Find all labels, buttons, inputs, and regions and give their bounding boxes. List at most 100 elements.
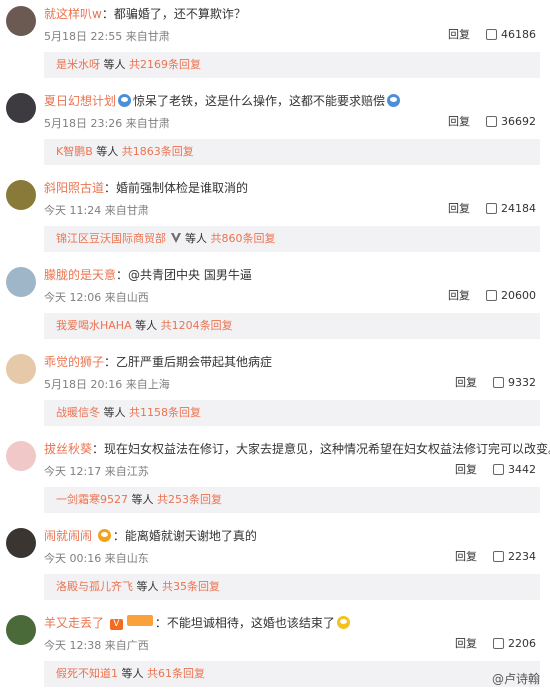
reply-button[interactable]: 回复 [448, 289, 470, 302]
reply-button[interactable]: 回复 [455, 463, 477, 476]
thumbs-up-icon[interactable] [486, 290, 497, 301]
username-link[interactable]: 就这样叭w [44, 7, 102, 21]
like-count: 36692 [501, 115, 536, 128]
thumbs-up-icon[interactable] [493, 551, 504, 562]
member-v-badge-icon: V [109, 619, 123, 630]
avatar[interactable] [6, 441, 36, 471]
sub-reply-count-link[interactable]: 共1204条回复 [161, 319, 233, 332]
sub-reply-count-link[interactable]: 共35条回复 [162, 580, 220, 593]
comment-text: ：婚前强制体检是谁取消的 [104, 181, 249, 195]
comment-date: 今天 12:06 [44, 291, 102, 304]
comment-date: 5月18日 23:26 [44, 117, 123, 130]
sub-reply-user[interactable]: 一剑霜寒9527 [56, 493, 128, 506]
sub-replies-bar[interactable]: 锦江区豆沃国际商贸部 等人 共860条回复 [44, 226, 540, 252]
comment-text: ：乙肝严重后期会带起其他病症 [104, 355, 273, 369]
avatar[interactable] [6, 267, 36, 297]
avatar[interactable] [6, 180, 36, 210]
sub-reply-etc: 等人 [185, 232, 207, 245]
avatar[interactable] [6, 6, 36, 36]
sub-reply-user[interactable]: 我爱喝水HAHA [56, 319, 132, 332]
sub-replies-bar[interactable]: 战暖信冬 等人 共1158条回复 [44, 400, 540, 426]
comment-source: 来自甘肃 [125, 117, 170, 130]
comment-date: 今天 12:38 [44, 639, 102, 652]
comment-source: 来自上海 [125, 378, 170, 391]
thumbs-up-icon[interactable] [486, 116, 497, 127]
sub-replies-bar[interactable]: 一剑霜寒9527 等人 共253条回复 [44, 487, 540, 513]
comment-text: ：不能坦诚相待，这婚也该结束了 [154, 616, 335, 630]
comment-text: ：都骗婚了，还不算欺诈？ [101, 7, 246, 21]
like-count: 24184 [501, 202, 536, 215]
avatar[interactable] [6, 615, 36, 645]
sub-reply-user[interactable]: 假死不知道1 [56, 667, 118, 680]
sub-reply-etc: 等人 [103, 406, 126, 419]
comment-source: 来自山西 [104, 291, 149, 304]
emoji-icon [336, 616, 350, 629]
username-link[interactable]: 斜阳照古道 [44, 181, 104, 195]
comment-source: 来自江苏 [104, 465, 149, 478]
sub-replies-bar[interactable]: 假死不知道1 等人 共61条回复 [44, 661, 540, 687]
avatar-image [6, 93, 36, 123]
username-link[interactable]: 夏日幻想计划 [44, 94, 116, 108]
comment-date: 今天 00:16 [44, 552, 102, 565]
sub-reply-user[interactable]: K智鹏B [56, 145, 93, 158]
comment-date: 今天 11:24 [44, 204, 102, 217]
comment-text: ：@共青团中央 国男牛逼 [116, 268, 252, 282]
reply-button[interactable]: 回复 [455, 376, 477, 389]
username-link[interactable]: 闹就闹闹 [44, 529, 92, 543]
thumbs-up-icon[interactable] [486, 203, 497, 214]
avatar-image [6, 267, 36, 297]
comment-date: 5月18日 22:55 [44, 30, 123, 43]
avatar-image [6, 615, 36, 645]
thumbs-up-icon[interactable] [486, 29, 497, 40]
reply-button[interactable]: 回复 [455, 550, 477, 563]
like-count: 46186 [501, 28, 536, 41]
avatar-image [6, 441, 36, 471]
thumbs-up-icon[interactable] [493, 464, 504, 475]
fan-badge-icon [126, 615, 153, 626]
thumbs-up-icon[interactable] [493, 638, 504, 649]
sub-reply-count-link[interactable]: 共253条回复 [157, 493, 222, 506]
sub-replies-bar[interactable]: 洛殿与孤儿齐飞 等人 共35条回复 [44, 574, 540, 600]
sub-reply-count-link[interactable]: 共1158条回复 [129, 406, 201, 419]
sub-replies-bar[interactable]: 是米水呀 等人 共2169条回复 [44, 52, 540, 78]
sub-reply-user[interactable]: 锦江区豆沃国际商贸部 [56, 232, 166, 245]
emoji-icon [97, 529, 111, 542]
thumbs-up-icon[interactable] [493, 377, 504, 388]
comment-source: 来自广西 [104, 639, 149, 652]
avatar-image [6, 180, 36, 210]
sub-reply-user[interactable]: 洛殿与孤儿齐飞 [56, 580, 133, 593]
sub-reply-count-link[interactable]: 共860条回复 [211, 232, 276, 245]
username-link[interactable]: 羊又走丢了 [44, 616, 104, 630]
avatar[interactable] [6, 93, 36, 123]
emoji-icon [387, 94, 401, 107]
like-count: 9332 [508, 376, 536, 389]
avatar-image [6, 6, 36, 36]
username-link[interactable]: 拔丝秋葵 [44, 442, 92, 456]
reply-button[interactable]: 回复 [448, 202, 470, 215]
sub-reply-etc: 等人 [103, 58, 126, 71]
reply-button[interactable]: 回复 [455, 637, 477, 650]
sub-reply-etc: 等人 [121, 667, 144, 680]
sub-reply-etc: 等人 [136, 580, 159, 593]
username-link[interactable]: 乖觉的狮子 [44, 355, 104, 369]
sub-reply-count-link[interactable]: 共61条回复 [147, 667, 205, 680]
reply-button[interactable]: 回复 [448, 115, 470, 128]
sub-reply-count-link[interactable]: 共1863条回复 [122, 145, 194, 158]
sub-replies-bar[interactable]: K智鹏B 等人 共1863条回复 [44, 139, 540, 165]
avatar[interactable] [6, 528, 36, 558]
verified-v-icon [170, 233, 181, 243]
reply-button[interactable]: 回复 [448, 28, 470, 41]
sub-reply-user[interactable]: 是米水呀 [56, 58, 100, 71]
sub-reply-user[interactable]: 战暖信冬 [56, 406, 100, 419]
comment-source: 来自甘肃 [104, 204, 149, 217]
sub-replies-bar[interactable]: 我爱喝水HAHA 等人 共1204条回复 [44, 313, 540, 339]
like-count: 2206 [508, 637, 536, 650]
comment-source: 来自甘肃 [125, 30, 170, 43]
avatar-image [6, 528, 36, 558]
avatar[interactable] [6, 354, 36, 384]
comment-date: 今天 12:17 [44, 465, 102, 478]
comment-date: 5月18日 20:16 [44, 378, 123, 391]
username-link[interactable]: 朦胧的是天意 [44, 268, 116, 282]
sub-reply-count-link[interactable]: 共2169条回复 [129, 58, 201, 71]
comment-text: ：现在妇女权益法在修订，大家去提意见，这种情况希望在妇女权益法修订完可以改变。 [92, 442, 550, 456]
